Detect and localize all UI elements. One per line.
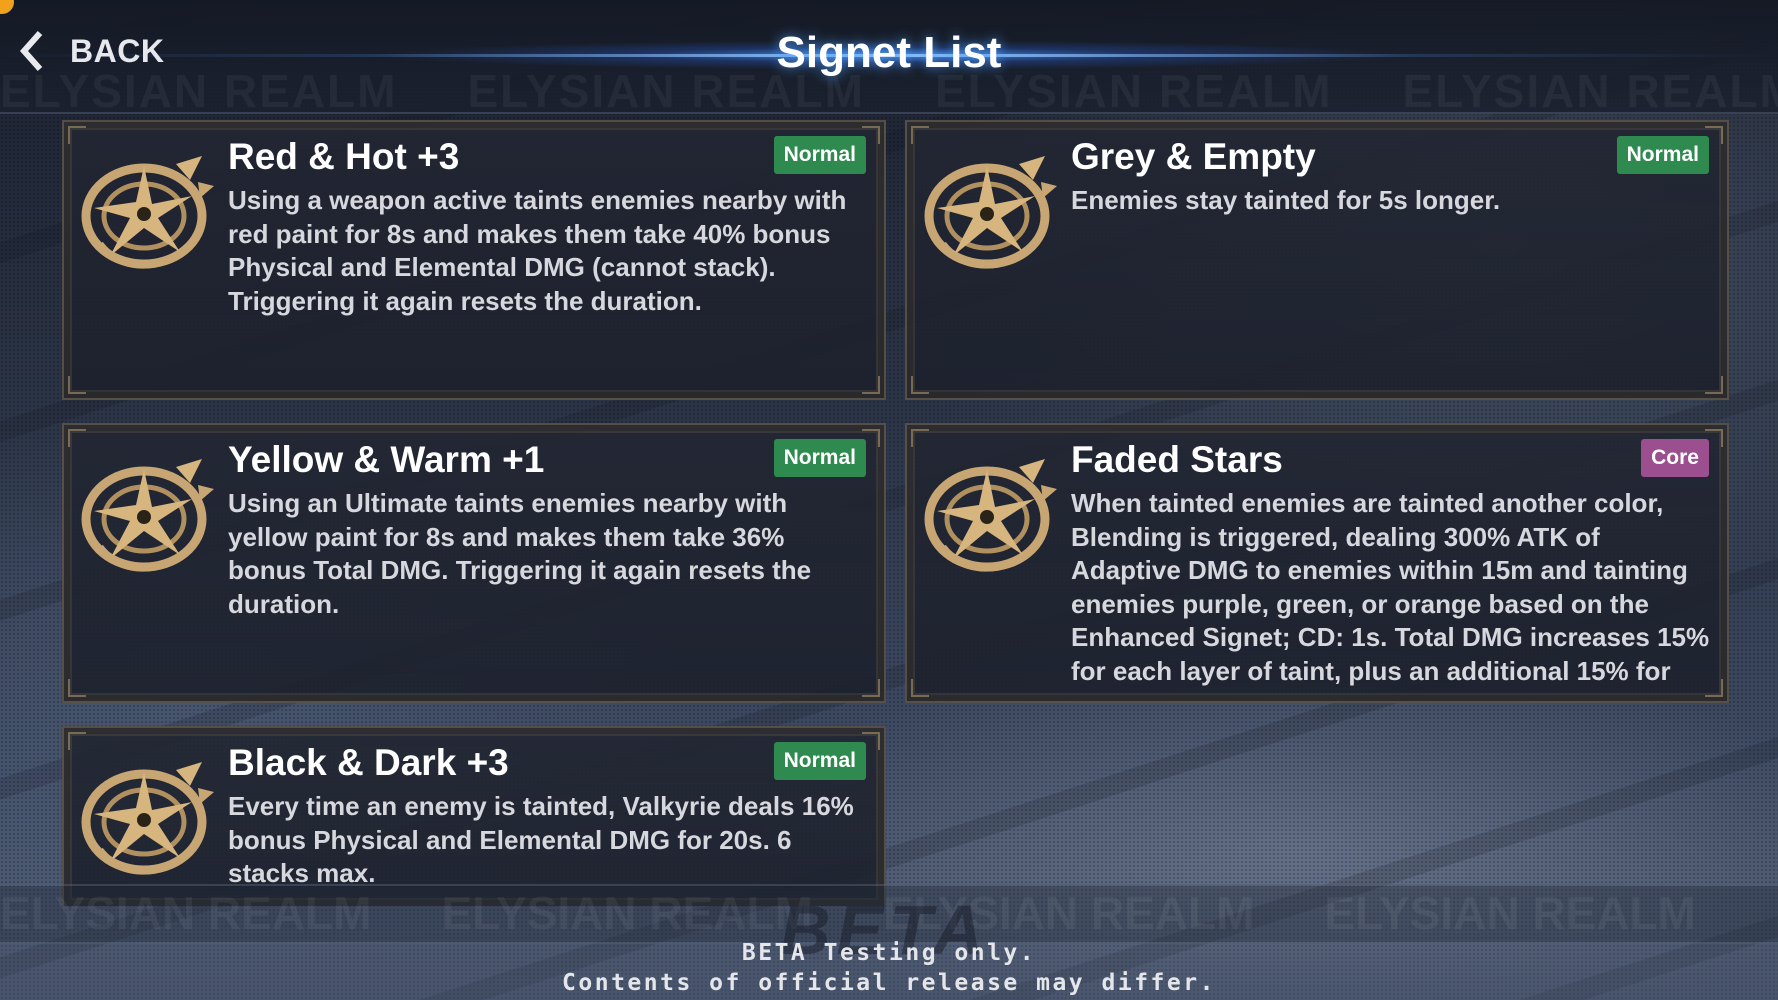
card-corner [1705, 376, 1723, 394]
signet-emblem-icon [80, 455, 216, 575]
signet-title: Yellow & Warm +1 [228, 439, 545, 480]
card-corner [911, 126, 929, 144]
beta-notice-line1: BETA Testing only. [741, 940, 1037, 966]
signet-card-faded-stars[interactable]: Faded Stars Core When tainted enemies ar… [905, 423, 1729, 703]
card-corner [862, 376, 880, 394]
signet-emblem-icon [923, 455, 1059, 575]
signet-description: Using an Ultimate taints enemies nearby … [228, 488, 812, 619]
card-corner [68, 376, 86, 394]
signet-card-red-hot[interactable]: Red & Hot +3 Normal Using a weapon activ… [62, 120, 886, 400]
signet-title: Grey & Empty [1071, 136, 1316, 177]
signet-emblem-icon [80, 152, 216, 272]
tier-badge: Normal [1616, 136, 1709, 174]
tier-badge: Normal [773, 742, 866, 780]
card-corner [68, 429, 86, 447]
signet-title: Faded Stars [1071, 439, 1283, 480]
signet-description: Enemies stay tainted for 5s longer. [1071, 185, 1501, 215]
signet-emblem-icon [80, 758, 216, 878]
tier-badge: Normal [773, 136, 866, 174]
card-corner [911, 429, 929, 447]
card-corner [68, 126, 86, 144]
signet-card-black-dark[interactable]: Black & Dark +3 Normal Every time an ene… [62, 726, 886, 906]
card-corner [911, 376, 929, 394]
card-corner [68, 679, 86, 697]
tier-badge: Core [1641, 439, 1709, 477]
signet-title: Black & Dark +3 [228, 742, 509, 783]
card-corner [862, 679, 880, 697]
beta-notice-line2: Contents of official release may differ. [562, 970, 1216, 996]
page-title: Signet List [776, 28, 1002, 77]
beta-notice: BETA Testing only. Contents of official … [0, 938, 1778, 998]
signet-description: Every time an enemy is tainted, Valkyrie… [228, 791, 854, 888]
card-corner [68, 732, 86, 750]
signet-description: Using a weapon active taints enemies nea… [228, 185, 847, 316]
signet-card-grey-empty[interactable]: Grey & Empty Normal Enemies stay tainted… [905, 120, 1729, 400]
signet-title: Red & Hot +3 [228, 136, 460, 177]
signet-card-yellow-warm[interactable]: Yellow & Warm +1 Normal Using an Ultimat… [62, 423, 886, 703]
tier-badge: Normal [773, 439, 866, 477]
card-corner [911, 679, 929, 697]
signet-description: When tainted enemies are tainted another… [1071, 488, 1710, 686]
signet-emblem-icon [923, 152, 1059, 272]
